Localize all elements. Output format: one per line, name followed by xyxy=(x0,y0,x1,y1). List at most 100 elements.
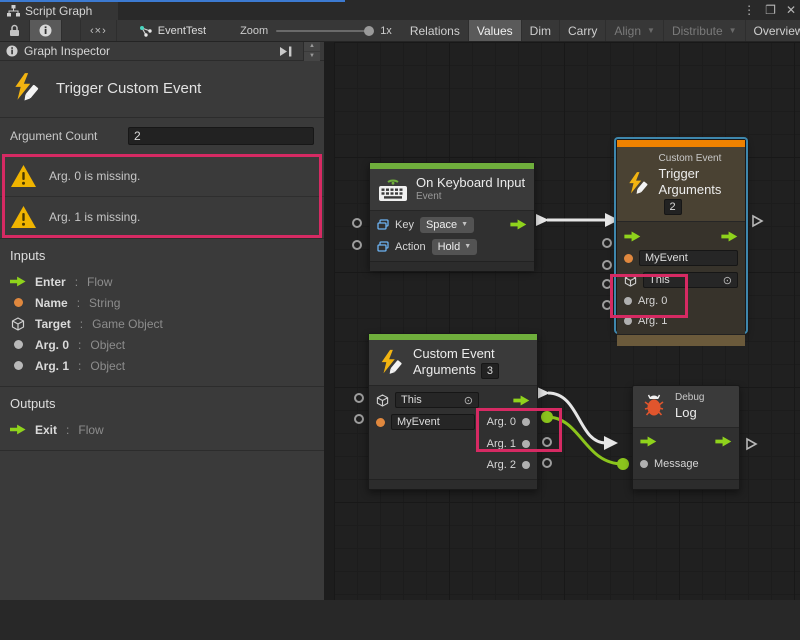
lock-button[interactable] xyxy=(0,20,30,41)
value-port-icon[interactable] xyxy=(624,317,632,325)
output-port-arg1[interactable] xyxy=(542,437,552,447)
custom-event-icon xyxy=(625,170,651,198)
flow-row xyxy=(633,431,739,453)
port-row-action: Action Hold ▼ xyxy=(370,236,534,258)
node-debug-log[interactable]: Debug Log Message xyxy=(632,385,740,490)
chevron-down-icon: ▼ xyxy=(464,243,471,250)
values-button[interactable]: Values xyxy=(469,20,522,41)
input-port-arg0[interactable] xyxy=(602,279,612,289)
unit-title-block: Trigger Custom Event xyxy=(0,61,324,118)
value-port-icon[interactable] xyxy=(640,460,648,468)
target-row: This ⊙ xyxy=(617,269,745,291)
inspector-toggle-button[interactable] xyxy=(30,20,62,41)
event-name-field[interactable]: MyEvent xyxy=(391,414,475,430)
dim-button[interactable]: Dim xyxy=(522,20,560,41)
flow-out-port[interactable] xyxy=(513,395,530,406)
flow-out-port[interactable] xyxy=(510,219,527,230)
flow-in-port[interactable] xyxy=(640,436,657,447)
argument-count-box[interactable]: 3 xyxy=(481,363,499,379)
port-row: Exit:Flow xyxy=(10,419,314,440)
event-name-field[interactable]: MyEvent xyxy=(639,250,738,266)
node-trigger-custom-event[interactable]: Custom Event Trigger Arguments2 MyEvent … xyxy=(616,139,746,332)
bug-icon xyxy=(641,393,667,419)
inspector-empty-area xyxy=(0,450,324,640)
zoom-label: Zoom xyxy=(240,25,268,37)
argument-count-row: Argument Count xyxy=(0,118,324,153)
flow-arrow-icon xyxy=(10,276,26,287)
input-port-name[interactable] xyxy=(602,238,612,248)
key-dropdown[interactable]: Space ▼ xyxy=(420,217,474,233)
window-close-icon[interactable]: ✕ xyxy=(786,3,796,17)
node-title-2: Arguments3 xyxy=(413,362,499,379)
keycode-icon xyxy=(377,241,389,252)
warning-row: Arg. 0 is missing. xyxy=(0,155,324,196)
align-button[interactable]: Align ▼ xyxy=(606,20,664,41)
code-view-button[interactable]: ‹×› xyxy=(80,20,117,41)
distribute-button[interactable]: Distribute ▼ xyxy=(664,20,746,41)
argument-count-box[interactable]: 2 xyxy=(664,199,682,215)
string-port-icon[interactable] xyxy=(376,418,385,427)
custom-event-icon xyxy=(10,72,42,104)
input-port-name[interactable] xyxy=(354,414,364,424)
input-port-target[interactable] xyxy=(602,260,612,270)
graph-reference[interactable]: EventTest xyxy=(139,25,206,37)
window-maximize-icon[interactable]: ❐ xyxy=(765,3,776,17)
input-port-arg1[interactable] xyxy=(602,300,612,310)
flow-out-port[interactable] xyxy=(721,231,738,242)
event-name-row: MyEvent xyxy=(617,247,745,269)
object-picker-icon[interactable]: ⊙ xyxy=(723,274,732,287)
overview-button[interactable]: Overview xyxy=(746,20,800,41)
node-title: Log xyxy=(675,405,704,421)
value-port-icon[interactable] xyxy=(522,440,530,448)
chevron-down-icon: ▼ xyxy=(647,26,655,35)
argument-count-input[interactable] xyxy=(128,127,314,145)
warning-icon xyxy=(10,164,37,188)
keycode-icon xyxy=(377,219,389,230)
message-row: Message xyxy=(633,453,739,475)
info-icon xyxy=(6,45,18,57)
value-port-icon[interactable] xyxy=(522,418,530,426)
node-on-keyboard-input[interactable]: On Keyboard Input Event Key Space ▼ xyxy=(369,162,535,269)
node-footer xyxy=(633,479,739,489)
zoom-value: 1x xyxy=(380,25,392,37)
target-field[interactable]: This ⊙ xyxy=(643,272,738,288)
game-object-icon xyxy=(376,394,389,407)
flow-out-port[interactable] xyxy=(715,436,732,447)
flow-in-port[interactable] xyxy=(624,231,641,242)
panel-scroll-spinner[interactable]: ▲ ▼ xyxy=(303,42,320,61)
string-port-icon[interactable] xyxy=(624,254,633,263)
input-port-target[interactable] xyxy=(354,393,364,403)
game-object-icon xyxy=(624,274,637,287)
outputs-header: Outputs xyxy=(10,396,314,411)
node-custom-event[interactable]: Custom Event Arguments3 This ⊙ MyEvent A… xyxy=(368,333,538,490)
input-port-key[interactable] xyxy=(352,218,362,228)
graph-canvas[interactable]: On Keyboard Input Event Key Space ▼ xyxy=(334,42,800,600)
output-port-arg2[interactable] xyxy=(542,458,552,468)
tab-label: Script Graph xyxy=(25,4,92,18)
window-menu-icon[interactable]: ⋮ xyxy=(743,3,755,17)
node-subtitle: Event xyxy=(416,191,525,204)
node-title: On Keyboard Input xyxy=(416,175,525,191)
carry-button[interactable]: Carry xyxy=(560,20,606,41)
warnings-list: Arg. 0 is missing. Arg. 1 is missing. xyxy=(0,155,324,237)
warning-row: Arg. 1 is missing. xyxy=(0,196,324,237)
zoom-slider-handle[interactable] xyxy=(364,26,374,36)
dock-panel-icon[interactable] xyxy=(279,46,293,57)
value-port-icon[interactable] xyxy=(522,461,530,469)
graph-name: EventTest xyxy=(158,25,206,37)
warning-text: Arg. 0 is missing. xyxy=(49,169,140,183)
chevron-down-icon: ▼ xyxy=(461,221,468,228)
zoom-slider[interactable] xyxy=(276,30,372,32)
tab-script-graph[interactable]: Script Graph xyxy=(0,2,118,20)
port-row: Arg. 0:Object xyxy=(10,334,314,355)
object-picker-icon[interactable]: ⊙ xyxy=(464,394,473,407)
value-port-icon[interactable] xyxy=(624,297,632,305)
graph-nodes-icon xyxy=(139,25,153,37)
relations-button[interactable]: Relations xyxy=(402,20,469,41)
node-title: Custom Event xyxy=(413,346,499,362)
target-field[interactable]: This ⊙ xyxy=(395,392,479,408)
input-port-action[interactable] xyxy=(352,240,362,250)
custom-event-icon xyxy=(377,349,405,377)
arg-row: Arg. 0 xyxy=(617,291,745,311)
action-dropdown[interactable]: Hold ▼ xyxy=(432,239,478,255)
